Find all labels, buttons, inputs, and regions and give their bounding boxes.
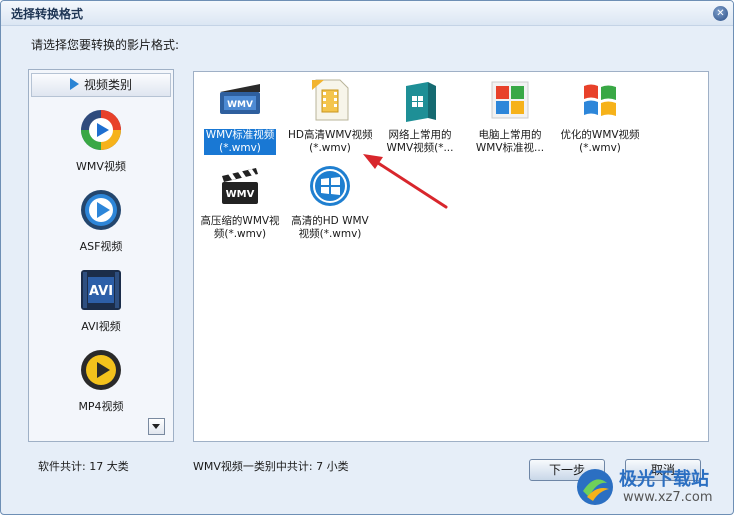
software-total-label: 软件共计: 17 大类 xyxy=(38,460,129,473)
asf-play-icon xyxy=(81,190,121,230)
format-grid: WMV WMV标准视频 (*.wmv) HD高清WMV视频 (*.wmv) 网络… xyxy=(193,71,709,442)
aurora-logo-icon xyxy=(577,469,613,505)
window-title: 选择转换格式 xyxy=(11,7,84,21)
prompt-label: 请选择您要转换的影片格式: xyxy=(31,38,180,52)
format-item-high-compression-wmv[interactable]: WMV 高压缩的WMV视 频(*.wmv) xyxy=(196,160,284,248)
wmv-clapper-icon: WMV xyxy=(222,168,258,204)
wmv-standard-icon: WMV xyxy=(220,84,260,114)
windows-box-icon xyxy=(406,82,436,122)
format-label: WMV标准视频 (*.wmv) xyxy=(204,129,276,155)
category-label: AVI视频 xyxy=(81,320,121,333)
play-triangle-icon xyxy=(69,78,79,90)
close-button[interactable]: ✕ xyxy=(713,6,728,21)
category-mp4[interactable]: MP4视频 xyxy=(29,348,173,424)
windows-circle-icon xyxy=(310,166,350,206)
title-bar: 选择转换格式 ✕ xyxy=(1,1,733,26)
category-label: MP4视频 xyxy=(78,400,124,413)
dialog-window: 选择转换格式 ✕ 请选择您要转换的影片格式: 视频类别 WMV视频 ASF视频 … xyxy=(0,0,734,515)
category-sidebar: 视频类别 WMV视频 ASF视频 AVI AVI视频 MP4视频 xyxy=(28,69,174,442)
format-item-web-wmv[interactable]: 网络上常用的 WMV视频(*... xyxy=(376,74,464,162)
category-wmv[interactable]: WMV视频 xyxy=(29,108,173,184)
scroll-down-button[interactable] xyxy=(148,418,165,435)
format-label: 高压缩的WMV视 频(*.wmv) xyxy=(200,215,280,240)
format-item-wmv-standard[interactable]: WMV WMV标准视频 (*.wmv) xyxy=(196,74,284,162)
format-label: 高清的HD WMV 视频(*.wmv) xyxy=(291,215,369,240)
format-label: HD高清WMV视频 (*.wmv) xyxy=(288,129,372,154)
hd-film-icon xyxy=(312,79,349,121)
watermark-logo: 极光下载站 www.xz7.com xyxy=(573,463,733,514)
watermark-name: 极光下载站 xyxy=(619,469,709,490)
category-label: WMV视频 xyxy=(76,160,126,173)
svg-text:WMV: WMV xyxy=(226,189,255,200)
wmv-player-icon xyxy=(81,110,121,150)
format-label: 网络上常用的 WMV视频(*... xyxy=(386,129,454,154)
close-icon: ✕ xyxy=(716,8,725,19)
watermark-url: www.xz7.com xyxy=(623,490,713,505)
format-item-hd-wmv[interactable]: HD高清WMV视频 (*.wmv) xyxy=(286,74,374,162)
sidebar-header[interactable]: 视频类别 xyxy=(31,73,171,97)
category-asf[interactable]: ASF视频 xyxy=(29,188,173,264)
windows-flag-icon xyxy=(491,81,529,119)
category-avi[interactable]: AVI AVI视频 xyxy=(29,268,173,344)
format-label: 优化的WMV视频 (*.wmv) xyxy=(560,129,640,154)
mp4-play-icon xyxy=(81,350,121,390)
format-item-optimized-wmv[interactable]: 优化的WMV视频 (*.wmv) xyxy=(556,74,644,162)
category-total-label: WMV视频一类别中共计: 7 小类 xyxy=(193,460,349,473)
svg-text:AVI: AVI xyxy=(89,284,113,299)
format-item-pc-wmv[interactable]: 电脑上常用的 WMV标准视... xyxy=(466,74,554,162)
format-item-hd-wmv-video[interactable]: 高清的HD WMV 视频(*.wmv) xyxy=(286,160,374,248)
svg-text:WMV: WMV xyxy=(227,100,253,110)
sidebar-header-label: 视频类别 xyxy=(83,78,132,92)
category-label: ASF视频 xyxy=(79,240,123,253)
avi-icon: AVI xyxy=(81,270,121,310)
format-label: 电脑上常用的 WMV标准视... xyxy=(475,129,545,154)
windows-xp-logo-icon xyxy=(584,84,616,116)
